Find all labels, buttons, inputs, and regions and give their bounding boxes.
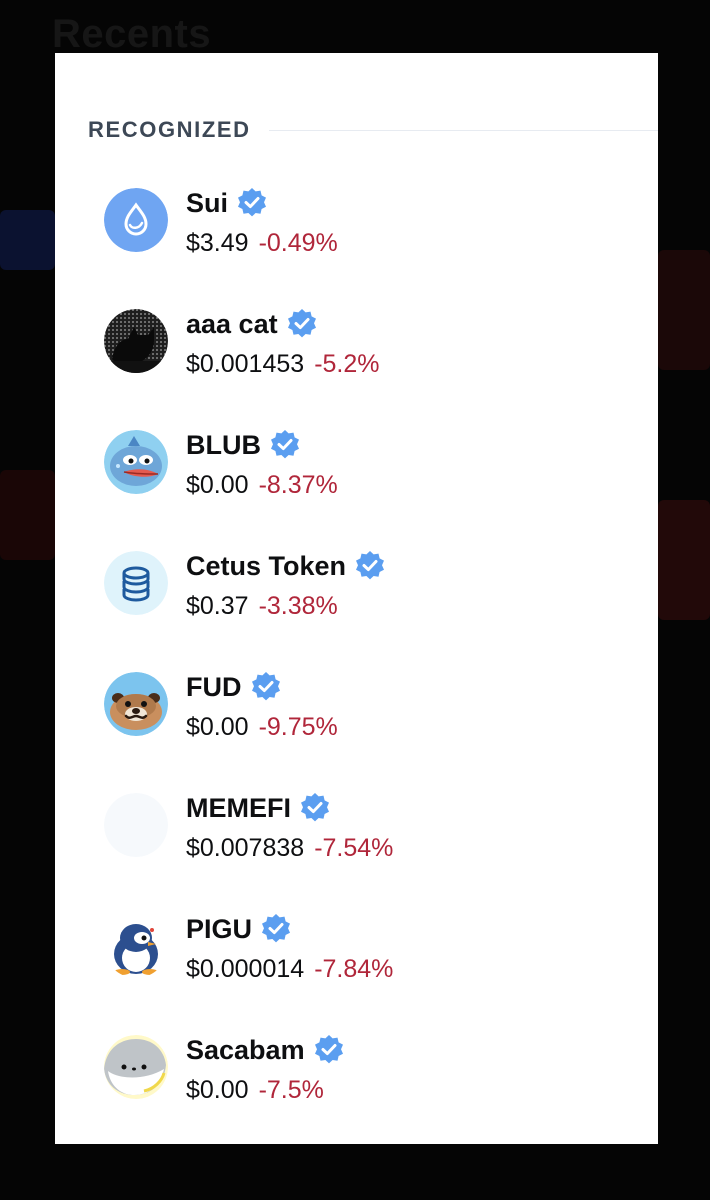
token-change: -5.2% [314,349,380,378]
token-price: $0.00 [186,1075,249,1104]
token-row-aaa-cat[interactable]: aaa cat $0.001453 -5.2% [55,307,658,428]
verified-badge-icon [286,308,318,340]
token-name: Cetus Token [186,550,347,581]
token-price: $0.37 [186,591,249,620]
token-name: BLUB [186,429,261,460]
pigu-penguin-icon [104,914,168,978]
background-title: Recents [52,12,212,56]
token-row-memefi[interactable]: MEMEFI $0.007838 -7.54% [55,791,658,912]
token-name: Sui [186,187,229,218]
token-change: -7.84% [314,954,394,983]
cetus-coins-icon [104,551,168,615]
token-row-sui[interactable]: Sui $3.49 -0.49% [55,186,658,307]
token-price: $0.000014 [186,954,305,983]
token-name: PIGU [186,913,253,944]
verified-badge-icon [250,671,282,703]
token-name: MEMEFI [186,792,291,823]
token-change: -0.49% [258,228,338,257]
token-row-blub[interactable]: BLUB $0.00 -8.37% [55,428,658,549]
token-change: -7.54% [314,833,394,862]
section-title: RECOGNIZED [88,117,251,142]
background-card [658,250,710,370]
verified-badge-icon [260,913,292,945]
verified-badge-icon [299,792,331,824]
token-name: aaa cat [186,308,278,339]
verified-badge-icon [236,187,268,219]
background-card [658,500,710,620]
token-row-fud[interactable]: FUD $0.00 -9.75% [55,670,658,791]
token-row-cetus-token[interactable]: Cetus Token $0.37 -3.38% [55,549,658,670]
token-change: -3.38% [258,591,338,620]
token-name: Sacabam [186,1034,305,1065]
token-row-sacabam[interactable]: Sacabam $0.00 -7.5% [55,1033,658,1144]
token-price: $0.00 [186,470,249,499]
token-price: $0.001453 [186,349,305,378]
token-row-pigu[interactable]: PIGU $0.000014 -7.84% [55,912,658,1033]
token-price: $3.49 [186,228,249,257]
token-change: -7.5% [258,1075,324,1104]
sacabam-fish-icon [104,1035,168,1099]
sui-droplet-icon [104,188,168,252]
token-list-sheet: RECOGNIZED Sui $3.49 -0.49% aaa cat $0.0… [55,53,658,1144]
verified-badge-icon [313,1034,345,1066]
verified-badge-icon [354,550,386,582]
token-name: FUD [186,671,242,702]
blub-fish-icon [104,430,168,494]
background-card [0,470,55,560]
black-cat-icon [104,309,168,373]
token-price: $0.00 [186,712,249,741]
token-change: -8.37% [258,470,338,499]
fud-pug-icon [104,672,168,736]
section-header: RECOGNIZED [88,115,658,145]
memefi-placeholder-icon [104,793,168,857]
token-list: Sui $3.49 -0.49% aaa cat $0.001453 -5.2%… [55,186,658,1144]
background-card [0,210,55,270]
token-change: -9.75% [258,712,338,741]
verified-badge-icon [269,429,301,461]
section-divider [268,129,658,131]
token-price: $0.007838 [186,833,305,862]
